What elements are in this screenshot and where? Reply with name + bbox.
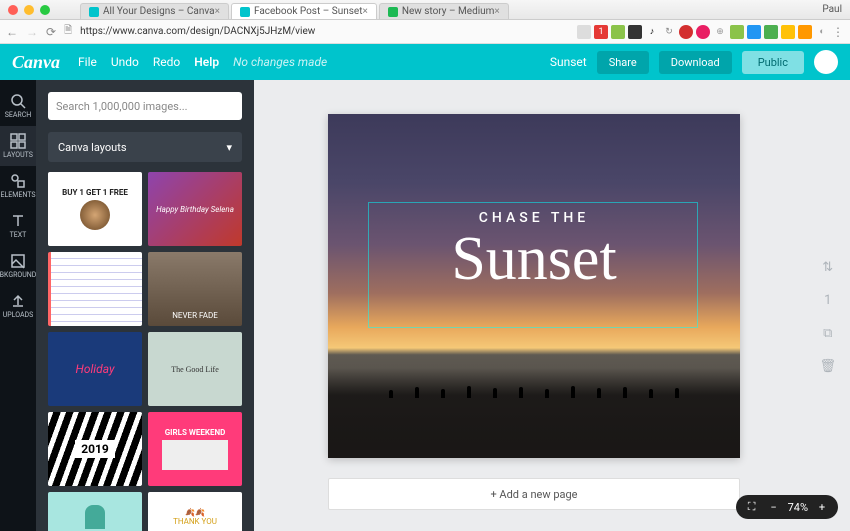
os-titlebar: All Your Designs – Canva× Facebook Post …	[0, 0, 850, 20]
template-card[interactable]: BUY 1 GET 1 FREE	[48, 172, 142, 246]
template-grid: BUY 1 GET 1 FREE Happy Birthday Selena N…	[48, 172, 242, 531]
page-controls: ⇅ 1 ⧉ 🗑	[819, 260, 836, 374]
ext-icon[interactable]	[679, 25, 693, 39]
avatar[interactable]	[814, 50, 838, 74]
ext-icon[interactable]	[764, 25, 778, 39]
left-toolbar: SEARCH LAYOUTS ELEMENTS TEXT BKGROUND UP…	[0, 80, 36, 531]
app-header: Canva File Undo Redo Help No changes mad…	[0, 44, 850, 80]
chevron-down-icon: ▾	[226, 141, 232, 154]
browser-tabs: All Your Designs – Canva× Facebook Post …	[80, 0, 511, 19]
minimize-window[interactable]	[24, 5, 34, 15]
artboard[interactable]: CHASE THE Sunset	[328, 114, 740, 458]
address-bar[interactable]: https://www.canva.com/design/DACNXj5JHzM…	[80, 26, 569, 37]
menu-icon[interactable]: ⋮	[832, 25, 844, 39]
ext-icon[interactable]	[611, 25, 625, 39]
copy-page-icon[interactable]: ⧉	[823, 326, 832, 341]
tool-text[interactable]: TEXT	[0, 206, 36, 246]
forward-button[interactable]: →	[26, 25, 38, 39]
ext-icon[interactable]: ⊕	[713, 25, 727, 39]
share-button[interactable]: Share	[597, 51, 649, 74]
template-card[interactable]: Happy Birthday Selena	[148, 172, 242, 246]
tab-close-icon[interactable]: ×	[362, 6, 367, 17]
zoom-out-button[interactable]: −	[766, 499, 782, 515]
download-button[interactable]: Download	[659, 51, 732, 74]
os-user: Paul	[822, 4, 842, 15]
uploads-icon	[10, 293, 26, 309]
secure-icon: 🗎	[64, 23, 72, 40]
tab-designs[interactable]: All Your Designs – Canva×	[80, 3, 229, 19]
reload-button[interactable]: ⟳	[46, 25, 56, 39]
ext-icon[interactable]	[696, 25, 710, 39]
ext-icon[interactable]: 1	[594, 25, 608, 39]
close-window[interactable]	[8, 5, 18, 15]
text-sunset[interactable]: Sunset	[328, 224, 740, 295]
tab-title: New story – Medium	[402, 6, 495, 17]
tool-uploads[interactable]: UPLOADS	[0, 286, 36, 326]
template-card[interactable]: Holiday	[48, 332, 142, 406]
ext-icon[interactable]: ◐	[815, 25, 829, 39]
tab-title: All Your Designs – Canva	[103, 6, 215, 17]
zoom-in-button[interactable]: +	[814, 499, 830, 515]
menu-undo[interactable]: Undo	[111, 55, 139, 69]
background-icon	[10, 253, 26, 269]
template-card[interactable]: 2019	[48, 412, 142, 486]
tab-facebook-post[interactable]: Facebook Post – Sunset×	[231, 3, 377, 19]
maximize-window[interactable]	[40, 5, 50, 15]
zoom-level: 74%	[788, 501, 808, 514]
fullscreen-icon[interactable]: ⛶	[744, 499, 760, 515]
ext-icon[interactable]	[781, 25, 795, 39]
tab-medium[interactable]: New story – Medium×	[379, 3, 509, 19]
menu-file[interactable]: File	[78, 55, 97, 69]
project-name[interactable]: Sunset	[550, 55, 587, 69]
tool-background[interactable]: BKGROUND	[0, 246, 36, 286]
tab-title: Facebook Post – Sunset	[254, 6, 363, 17]
menu-redo[interactable]: Redo	[153, 55, 180, 69]
canvas-area[interactable]: CHASE THE Sunset ⇅ 1 ⧉ 🗑 + Add a new pag…	[254, 80, 850, 531]
window-controls	[8, 5, 50, 15]
search-icon	[10, 93, 26, 109]
layouts-icon	[10, 133, 26, 149]
tab-close-icon[interactable]: ×	[215, 6, 220, 17]
reorder-icon[interactable]: ⇅	[822, 260, 833, 275]
template-card[interactable]	[48, 252, 142, 326]
extensions: 1 ♪ ↻ ⊕ ◐ ⋮	[577, 25, 844, 39]
menu-help[interactable]: Help	[194, 55, 219, 69]
layouts-dropdown[interactable]: Canva layouts▾	[48, 132, 242, 162]
template-card[interactable]: GIRLS WEEKEND	[148, 412, 242, 486]
template-card[interactable]	[48, 492, 142, 531]
pier-silhouette	[328, 368, 740, 458]
add-page-button[interactable]: + Add a new page	[328, 478, 740, 510]
side-panel: Search 1,000,000 images... Canva layouts…	[36, 80, 254, 531]
ext-icon[interactable]	[577, 25, 591, 39]
ext-icon[interactable]	[747, 25, 761, 39]
tool-elements[interactable]: ELEMENTS	[0, 166, 36, 206]
ext-icon[interactable]	[798, 25, 812, 39]
elements-icon	[10, 173, 26, 189]
text-icon	[10, 213, 26, 229]
search-input[interactable]: Search 1,000,000 images...	[48, 92, 242, 120]
tool-layouts[interactable]: LAYOUTS	[0, 126, 36, 166]
ext-icon[interactable]: ♪	[645, 25, 659, 39]
save-status: No changes made	[233, 55, 327, 69]
template-card[interactable]: The Good Life	[148, 332, 242, 406]
zoom-control: ⛶ − 74% +	[736, 495, 838, 519]
ext-icon[interactable]	[730, 25, 744, 39]
template-card[interactable]: NEVER FADE	[148, 252, 242, 326]
page-number: 1	[824, 293, 831, 308]
ext-icon[interactable]: ↻	[662, 25, 676, 39]
template-card[interactable]: 🍂🍂THANK YOU	[148, 492, 242, 531]
tool-search[interactable]: SEARCH	[0, 86, 36, 126]
tab-close-icon[interactable]: ×	[494, 6, 499, 17]
logo[interactable]: Canva	[12, 52, 60, 73]
back-button[interactable]: ←	[6, 25, 18, 39]
browser-toolbar: ← → ⟳ 🗎 https://www.canva.com/design/DAC…	[0, 20, 850, 44]
ext-icon[interactable]	[628, 25, 642, 39]
public-button[interactable]: Public	[742, 51, 804, 74]
delete-page-icon[interactable]: 🗑	[819, 359, 836, 374]
